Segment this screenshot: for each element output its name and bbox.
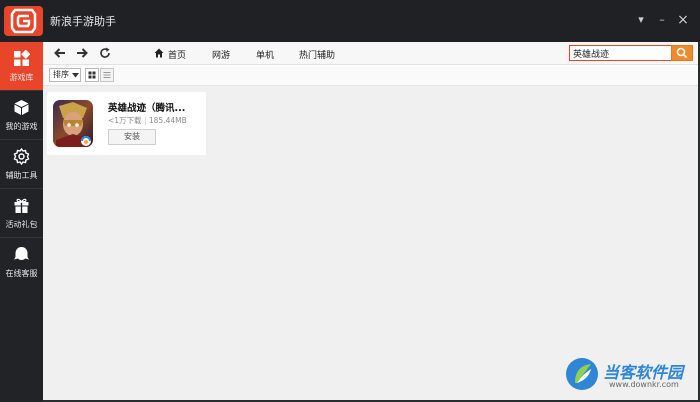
sidebar-item-my-games[interactable]: 我的游戏 — [0, 91, 43, 139]
window-menu-button[interactable]: ▾ — [631, 12, 651, 28]
game-artwork-icon — [53, 100, 93, 147]
forward-arrow-icon[interactable] — [75, 46, 89, 60]
nav-link-single-player[interactable]: 单机 — [256, 48, 274, 61]
game-title[interactable]: 英雄战迹（腾讯... — [108, 100, 185, 114]
sidebar-item-label: 游戏库 — [9, 73, 34, 82]
game-library-icon — [14, 50, 30, 66]
sidebar: 游戏库 我的游戏 辅助工具 活动礼包 在线客服 — [0, 42, 43, 402]
sidebar-item-support[interactable]: 在线客服 — [0, 238, 43, 286]
chat-bubble-icon — [14, 247, 29, 260]
sort-dropdown[interactable]: 排序 — [49, 68, 81, 82]
gift-icon — [14, 198, 29, 213]
minimize-button[interactable]: – — [652, 12, 672, 28]
install-button[interactable]: 安装 — [108, 129, 156, 145]
sidebar-item-label: 在线客服 — [5, 269, 38, 278]
nav-link-hot-tools[interactable]: 热门辅助 — [299, 48, 335, 61]
minimize-icon: – — [659, 13, 665, 26]
nav-bar: 首页 网游 单机 热门辅助 — [43, 42, 698, 65]
back-arrow-icon[interactable] — [53, 46, 67, 60]
search-button[interactable] — [671, 45, 693, 61]
chevron-down-icon — [72, 73, 79, 78]
sort-label: 排序 — [53, 70, 69, 79]
app-logo — [4, 6, 43, 36]
grid-view-button[interactable] — [85, 68, 99, 82]
game-thumbnail[interactable] — [53, 100, 93, 147]
file-size: 185.44MB — [148, 116, 187, 125]
sidebar-item-label: 辅助工具 — [5, 171, 38, 180]
game-card[interactable]: 英雄战迹（腾讯... <1万下载 | 185.44MB 安装 — [47, 92, 206, 155]
close-button[interactable]: × — [673, 12, 693, 28]
nav-link-home[interactable]: 首页 — [168, 48, 186, 61]
title-bar: 新浪手游助手 ▾ – × — [0, 0, 700, 42]
watermark-url: www.downkr.com — [609, 380, 679, 389]
watermark-logo-icon — [566, 358, 598, 390]
g-logo-icon — [10, 8, 37, 34]
nav-link-online-games[interactable]: 网游 — [212, 48, 230, 61]
sidebar-item-tools[interactable]: 辅助工具 — [0, 140, 43, 188]
sidebar-item-gifts[interactable]: 活动礼包 — [0, 189, 43, 237]
search-icon — [676, 47, 688, 59]
list-toolbar: 排序 — [43, 65, 698, 86]
sidebar-item-label: 活动礼包 — [5, 220, 38, 229]
sidebar-item-game-library[interactable]: 游戏库 — [0, 42, 43, 90]
sidebar-item-label: 我的游戏 — [5, 122, 38, 131]
box-icon — [14, 100, 29, 115]
game-meta: <1万下载 | 185.44MB — [108, 115, 187, 126]
watermark: 当客软件园 www.downkr.com — [565, 357, 700, 397]
list-icon — [103, 72, 111, 78]
close-icon: × — [677, 12, 689, 28]
home-icon — [154, 48, 164, 58]
list-view-button[interactable] — [100, 68, 114, 82]
app-title: 新浪手游助手 — [50, 15, 116, 28]
grid-icon — [88, 71, 96, 79]
refresh-icon[interactable] — [98, 46, 112, 60]
gear-icon — [13, 148, 30, 165]
main-content: 首页 网游 单机 热门辅助 排序 — [43, 42, 698, 400]
chevron-down-icon: ▾ — [638, 13, 644, 26]
search-input[interactable] — [569, 45, 672, 61]
download-count: <1万下载 — [108, 116, 142, 125]
